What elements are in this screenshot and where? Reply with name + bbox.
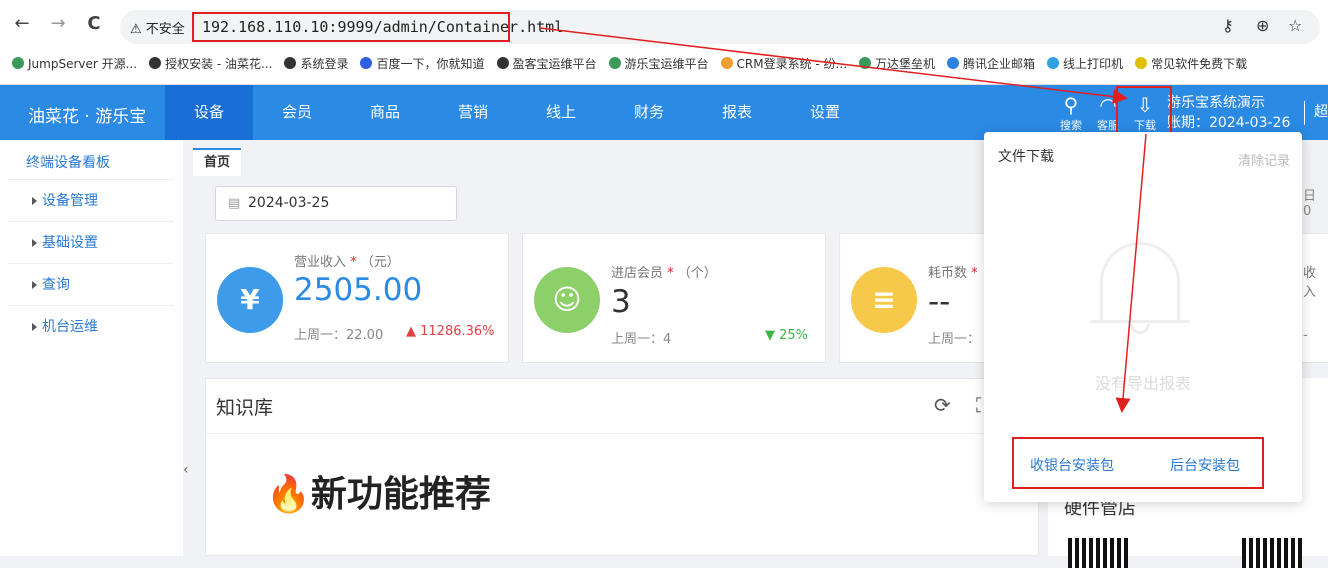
forward-button[interactable]: → [48, 14, 68, 34]
menu-member[interactable]: 会员 [253, 85, 341, 140]
qr-code-image [1068, 538, 1128, 568]
account-name: 游乐宝系统演示 [1167, 95, 1265, 111]
search-tool[interactable]: ⚲ 搜索 [1056, 93, 1086, 133]
account-extra[interactable]: 超 [1314, 101, 1328, 121]
key-icon[interactable]: ⚷ [1222, 16, 1234, 35]
bookmark-icon [859, 57, 872, 69]
bookmark-icon [608, 57, 621, 69]
coin-label: 耗币数 * [928, 266, 978, 281]
member-change: ▼ 25% [765, 328, 809, 343]
account-info[interactable]: 游乐宝系统演示 账期：2024-03-26 [1167, 93, 1290, 133]
revenue-label: 营业收入 * （元） [294, 255, 400, 270]
sidebar-title[interactable]: 终端设备看板 [26, 152, 110, 172]
menu-settings[interactable]: 设置 [781, 85, 869, 140]
download-popup: 文件下载 清除记录 没有导出报表 收银台安装包 后台安装包 [984, 132, 1302, 502]
divider [1304, 101, 1305, 125]
tab-home[interactable]: 首页 [193, 148, 241, 176]
cashier-package-button[interactable]: 收银台安装包 [1030, 455, 1114, 475]
bookmark-item[interactable]: 盈客宝运维平台 [496, 52, 597, 76]
refresh-icon[interactable]: ⟳ [934, 393, 951, 417]
bookmark-item[interactable]: 线上打印机 [1047, 52, 1123, 76]
sidebar-item-basic-settings[interactable]: 基础设置 [8, 221, 174, 263]
reload-button[interactable]: C [84, 14, 104, 34]
bookmark-icon [947, 57, 960, 69]
coin-last-week: 上周一： [928, 332, 981, 347]
partial-card: 收入 - [1300, 233, 1328, 363]
back-button[interactable]: ← [12, 14, 32, 34]
new-feature-heading: 🔥新功能推荐 [266, 474, 491, 515]
bookmark-item[interactable]: 腾讯企业邮箱 [947, 52, 1035, 76]
knowledge-base-panel: 知识库 ⟳ ⛶ 🔥新功能推荐 [205, 378, 1039, 556]
popup-title: 文件下载 [998, 149, 1054, 165]
bookmark-item[interactable]: 百度一下，你就知道 [360, 52, 485, 76]
yen-icon: ¥ [217, 267, 283, 333]
bookmark-item[interactable]: JumpServer 开源... [12, 52, 137, 76]
coins-icon: ≡ [851, 267, 917, 333]
empty-message: 没有导出报表 [1094, 374, 1191, 393]
bookmark-icon [12, 57, 24, 69]
insecure-indicator[interactable]: ⚠ 不安全 [130, 18, 185, 37]
clear-records-link[interactable]: 清除记录 [1238, 150, 1290, 169]
right-hint: 日 0 [1303, 189, 1317, 219]
sidebar-item-query[interactable]: 查询 [8, 263, 174, 305]
sidebar: 终端设备看板 设备管理 基础设置 查询 机台运维 [0, 140, 183, 556]
bookmark-icon [149, 57, 162, 69]
bookmarks-bar: JumpServer 开源... 授权安装 - 油菜花... 系统登录 百度一下，你就… [0, 52, 1328, 85]
menu-report[interactable]: 报表 [693, 85, 781, 140]
bookmark-item[interactable]: 系统登录 [284, 52, 348, 76]
knowledge-title: 知识库 [216, 397, 274, 419]
star-icon[interactable]: ☆ [1288, 16, 1302, 35]
bookmark-item[interactable]: 授权安装 - 油菜花... [149, 52, 272, 76]
bell-icon [1090, 232, 1190, 334]
sidebar-collapse-button[interactable]: ‹ [183, 462, 189, 478]
menu-device[interactable]: 设备 [165, 85, 253, 140]
backend-package-button[interactable]: 后台安装包 [1170, 455, 1240, 475]
bookmark-icon [720, 57, 733, 69]
divider [206, 433, 1038, 434]
revenue-card: ¥ 营业收入 * （元） 2505.00 上周一：22.00 ▲ 11286.3… [205, 233, 509, 363]
url-text[interactable]: 192.168.110.10:9999/admin/Container.html [192, 12, 563, 42]
bookmark-icon [1135, 57, 1148, 69]
bookmark-item[interactable]: 常见软件免费下载 [1135, 52, 1247, 76]
bookmark-icon [360, 57, 373, 69]
browser-toolbar: ← → C ⚠ 不安全 192.168.110.10:9999/admin/Co… [0, 0, 1328, 52]
account-expiry: 账期：2024-03-26 [1167, 115, 1291, 131]
bookmark-item[interactable]: CRM登录系统 - 纷... [720, 52, 847, 76]
partial-card-label: 收入 [1303, 266, 1317, 300]
revenue-value: 2505.00 [294, 272, 423, 308]
install-buttons-highlight: 收银台安装包 后台安装包 [1012, 437, 1264, 489]
menu-finance[interactable]: 财务 [605, 85, 693, 140]
bookmark-icon [1047, 57, 1060, 69]
search-icon: ⚲ [1063, 93, 1079, 117]
partial-card-dash: - [1303, 328, 1308, 343]
bookmark-icon [496, 57, 509, 69]
menu-marketing[interactable]: 营销 [429, 85, 517, 140]
revenue-last-week: 上周一：22.00 [294, 328, 384, 343]
member-card: ☺ 进店会员 * （个） 3 上周一：4 ▼ 25% [522, 233, 826, 363]
date-picker[interactable]: 2024-03-25 [215, 186, 457, 221]
bookmark-icon [284, 57, 297, 69]
menu-online[interactable]: 线上 [517, 85, 605, 140]
member-value: 3 [611, 284, 631, 320]
qr-code-image [1242, 538, 1302, 568]
brand-logo[interactable]: 油菜花 · 游乐宝 [28, 102, 146, 127]
member-label: 进店会员 * （个） [611, 266, 717, 281]
revenue-change: ▲ 11286.36% [406, 324, 495, 339]
bookmark-item[interactable]: 游乐宝运维平台 [608, 52, 709, 76]
menu-goods[interactable]: 商品 [341, 85, 429, 140]
members-icon: ☺ [534, 267, 600, 333]
sidebar-item-ops[interactable]: 机台运维 [8, 305, 174, 347]
sidebar-item-device-mgmt[interactable]: 设备管理 [8, 179, 174, 221]
member-last-week: 上周一：4 [611, 332, 672, 347]
bookmark-item[interactable]: 万达堡垒机 [859, 52, 935, 76]
zoom-icon[interactable]: ⊕ [1256, 16, 1269, 35]
coin-value: -- [928, 284, 951, 320]
download-highlight [1116, 86, 1172, 136]
